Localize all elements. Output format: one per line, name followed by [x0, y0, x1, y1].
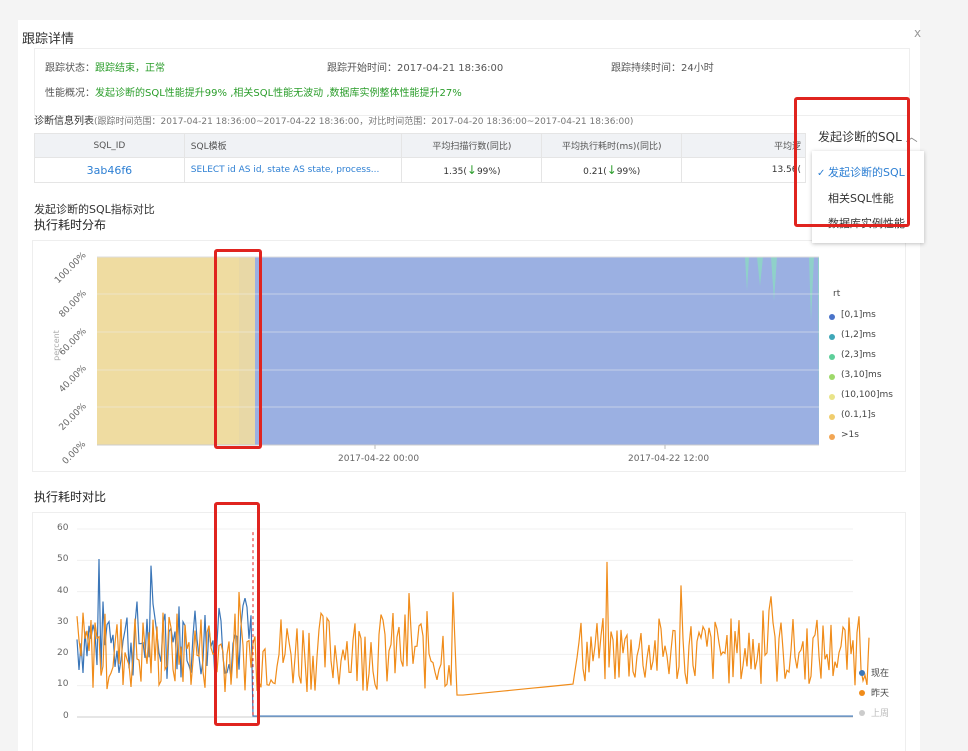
legend-dot: [859, 690, 865, 696]
col-scan-rows[interactable]: 平均扫描行数(同比): [401, 133, 543, 158]
legend-dot: [829, 334, 835, 340]
cell-sql-id[interactable]: 3ab46f6: [34, 157, 185, 183]
compare-subtitle: 发起诊断的SQL指标对比: [34, 203, 155, 216]
dist-chart: 100.00% 80.00% 60.00% 40.00% 20.00% 0.00…: [32, 240, 906, 472]
trace-state: 跟踪状态：跟踪结束，正常: [45, 63, 165, 74]
cmp-chart: 60 50 40 30 20 10 0 现在 昨天 上周: [32, 512, 906, 751]
col-exec-time[interactable]: 平均执行耗时(ms)(同比): [541, 133, 683, 158]
dist-title: 执行耗时分布: [34, 218, 107, 232]
dist-chart-svg: [97, 256, 819, 449]
panel-title: 跟踪详情: [22, 32, 75, 47]
app-root: 跟踪详情 跟踪状态：跟踪结束，正常 跟踪开始时间：2017-04-21 18:3…: [0, 0, 968, 751]
trace-detail-panel: 跟踪详情 跟踪状态：跟踪结束，正常 跟踪开始时间：2017-04-21 18:3…: [18, 20, 924, 751]
cell-scan-rows: 1.35(↓99%): [401, 157, 543, 183]
cmp-chart-svg: [76, 528, 870, 718]
legend-dot: [829, 354, 835, 360]
legend-dot: [859, 670, 865, 676]
y-tick-label: 20: [57, 648, 69, 658]
y-tick-label: 60: [57, 523, 69, 533]
perf-summary: 性能概况：发起诊断的SQL性能提升99% ,相关SQL性能无波动 ,数据库实例整…: [45, 88, 462, 99]
diag-list-title: 诊断信息列表(跟踪时间范围：2017-04-21 18:36:00~2017-0…: [34, 116, 634, 127]
x-tick-label: 2017-04-22 00:00: [338, 454, 420, 464]
table-row[interactable]: 3ab46f6 SELECT id AS id, state AS state,…: [34, 157, 806, 183]
legend-dot: [829, 394, 835, 400]
legend-title: rt: [833, 289, 841, 299]
y-tick-label: 50: [57, 554, 69, 564]
legend-dot: [859, 710, 865, 716]
table-header-row: SQL_ID SQL模板 平均扫描行数(同比) 平均执行耗时(ms)(同比) 平…: [34, 133, 806, 158]
y-tick-label: 10: [57, 679, 69, 689]
legend-dot: [829, 434, 835, 440]
series-line-now: [76, 559, 853, 717]
highlight-box-dist: [214, 249, 262, 449]
legend-dot: [829, 314, 835, 320]
cell-logic: 13.56(: [681, 157, 806, 183]
legend-dot: [829, 374, 835, 380]
trace-start-time: 跟踪开始时间：2017-04-21 18:36:00: [327, 63, 504, 74]
col-logic[interactable]: 平均逻: [681, 133, 806, 158]
legend-dot: [829, 414, 835, 420]
down-arrow-icon: ↓: [466, 163, 477, 177]
area-blue: [255, 257, 819, 445]
x-tick-label: 2017-04-22 12:00: [628, 454, 710, 464]
cmp-title: 执行耗时对比: [34, 490, 107, 504]
trace-summary-box: 跟踪状态：跟踪结束，正常 跟踪开始时间：2017-04-21 18:36:00 …: [34, 48, 910, 116]
highlight-box-cmp: [214, 502, 260, 726]
diag-table: SQL_ID SQL模板 平均扫描行数(同比) 平均执行耗时(ms)(同比) 平…: [34, 133, 806, 183]
col-sql-id[interactable]: SQL_ID: [34, 133, 185, 158]
cell-exec-time: 0.21(↓99%): [541, 157, 683, 183]
highlight-box-dropdown: [794, 97, 910, 227]
y-tick-label: 0: [63, 711, 69, 721]
cell-sql-template[interactable]: SELECT id AS id, state AS state, process…: [183, 157, 403, 183]
col-sql-template[interactable]: SQL模板: [183, 133, 403, 158]
trace-duration: 跟踪持续时间：24小时: [611, 63, 714, 74]
y-tick-label: 40: [57, 586, 69, 596]
y-tick-label: 30: [57, 617, 69, 627]
close-icon[interactable]: x: [914, 26, 921, 40]
y-axis-label: percent: [51, 330, 61, 361]
down-arrow-icon: ↓: [606, 163, 617, 177]
